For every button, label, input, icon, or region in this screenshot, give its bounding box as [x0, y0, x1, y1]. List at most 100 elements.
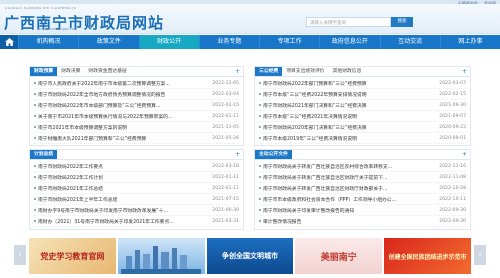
bullet-icon	[259, 93, 261, 95]
site-title[interactable]: 广西南宁市财政局网站	[4, 12, 164, 33]
banner-history-study[interactable]: 党史学习教育官网	[29, 238, 116, 274]
list-item-title: 关于南宁市2021年市本级预算执行情况与2022年预算草案的...	[38, 114, 173, 120]
tab-direct-funds[interactable]: 财政资金直达基层	[84, 67, 130, 76]
list-item[interactable]: 南宁市财政局关于转发广西壮族自治区农村综合改革转移支... 2022-11-16	[259, 161, 466, 172]
list-item-date: 2021-03-31	[212, 218, 239, 224]
list-item[interactable]: 审计整改情况报告 2022-09-30	[259, 216, 466, 227]
list-item[interactable]: 南宁市财政局2022年工作要点 2022-03-18	[34, 161, 239, 172]
list-item-title: 南宁市财政局2021年工作总结	[38, 186, 103, 192]
list-item[interactable]: 南宁市财政局2021年部门决算和“三公”经费决算 2021-09-30	[259, 100, 466, 111]
list-item[interactable]: 南宁市财政局2022年工作计划 2022-01-11	[34, 172, 239, 183]
search-input[interactable]: 请输入关键字查询	[306, 17, 391, 27]
tab-sangong[interactable]: 三公经费	[255, 67, 283, 76]
list-item-title: 南宁市财政局2021年上半年工作总结	[38, 197, 118, 203]
home-button[interactable]	[0, 35, 18, 49]
list-item[interactable]: 南宁市市本级政府和社会资本合作（PPP）工作领导小组办公... 2022-10-1…	[259, 194, 466, 205]
nav-item-online-service[interactable]: 网上办事	[439, 35, 500, 49]
list-item[interactable]: 南宁市财政局2021年工作总结 2022-01-11	[34, 183, 239, 194]
list-item[interactable]: 南宁财雕南大队2021年部门预算和“三公”经费预算 2021-05-26	[34, 133, 239, 144]
tab-budget[interactable]: 财政预算	[30, 67, 58, 76]
more-icon[interactable]: +	[235, 69, 240, 75]
banner-carousel: 党史学习教育官网 争创全国文明城市 美丽南宁 创建全国民族团结进步示范市	[29, 238, 471, 274]
list-item[interactable]: 南宁市财政局关于转发广西壮族自治区财政厅财政部关于... 2022-10-28	[259, 183, 466, 194]
list-item-date: 2021-11-05	[212, 124, 239, 130]
banner-beautiful-nanning[interactable]: 美丽南宁	[295, 238, 383, 274]
bullet-icon	[34, 176, 36, 178]
list-item-date: 2021-07-15	[212, 196, 239, 202]
banner-civilized-city[interactable]: 争创全国文明城市	[206, 238, 294, 274]
bullet-icon	[259, 165, 261, 167]
list-item-title: 南宁市财政局2022年工作要点	[38, 164, 103, 170]
list-item-date: 2022-02-15	[212, 102, 239, 108]
nav-item-finance-open[interactable]: 财政公开	[138, 35, 199, 49]
list-item[interactable]: 南财办字9号南宁市财政局关于印发南宁市财政改革发展“十... 2021-06-30	[34, 205, 239, 216]
banner-prev-button[interactable]: ‹	[14, 245, 26, 265]
tab-other-info[interactable]: 其他财政信息	[329, 67, 366, 76]
banner-label: 党史学习教育官网	[40, 250, 105, 261]
list-item-date: 2022-01-11	[212, 174, 239, 180]
list-item[interactable]: 南宁市财政局关于印发审计整改报告的通知 2022-09-30	[259, 205, 466, 216]
list-item-date: 2022-12-05	[212, 80, 239, 86]
bullet-icon	[259, 115, 261, 117]
banner-next-button[interactable]: ›	[474, 245, 486, 265]
list-item-title: 南宁市财政局2022年工作计划	[38, 175, 103, 181]
list-item[interactable]: 南宁市财政局2022年部门预算和“三公”经费预算 2022-03-07	[259, 78, 466, 89]
list-item-title: 南宁财雕南大队2021年部门预算和“三公”经费预算	[38, 136, 147, 142]
list-item[interactable]: 南宁市财政局关于转发广西壮族自治区财政厅关于提前下... 2022-11-08	[259, 172, 466, 183]
list-item-date: 2022-03-04	[212, 91, 239, 97]
more-icon[interactable]: +	[462, 69, 467, 75]
nav-item-policy[interactable]: 政策文件	[78, 35, 138, 49]
nav-item-special[interactable]: 专项工作	[259, 35, 319, 49]
bullet-icon	[259, 82, 261, 84]
list-item[interactable]: 南宁市人民政府关于2022年南宁市本级第二次预算调整方案... 2022-12-0…	[34, 78, 239, 89]
chevron-left-icon: ‹	[18, 250, 22, 260]
tab-final-accounts[interactable]: 财政决算	[57, 67, 84, 76]
chevron-right-icon: ›	[478, 250, 482, 260]
list-item[interactable]: 南宁市本级“三公”经费2021年决算情况说明 2021-09-07	[259, 111, 466, 122]
banner-label: 争创全国文明城市	[221, 251, 278, 260]
bullet-icon	[259, 137, 261, 139]
tab-performance[interactable]: 项目支出绩效评价	[282, 67, 328, 76]
nav-item-interaction[interactable]: 互动交流	[379, 35, 440, 49]
home-icon	[4, 38, 14, 46]
banner-ethnic-unity[interactable]: 创建全国民族团结进步示范市	[384, 238, 471, 274]
list-item-date: 2022-10-11	[439, 196, 466, 202]
plan-panel: 计划总结 + 南宁市财政局2022年工作要点 2022-03-18 南宁市财政局2…	[29, 149, 244, 230]
more-icon[interactable]: +	[462, 152, 467, 158]
list-item[interactable]: 南宁市财政局2022年市本级部门预算及“三公”经费预算... 2022-02-15	[34, 100, 239, 111]
bullet-icon	[34, 198, 36, 200]
banner-label: 美丽南宁	[320, 252, 357, 263]
site-domain: nncz.nanning.gov.cn	[38, 27, 75, 31]
bullet-icon	[34, 187, 36, 189]
list-item-date: 2021-06-30	[212, 207, 239, 213]
list-item[interactable]: 南宁市本级“三公”经费2022年预算安排情况说明 2022-02-15	[259, 89, 466, 100]
list-item-date: 2020-09-22	[439, 124, 466, 130]
tab-key-files[interactable]: 主动公开文件	[255, 150, 292, 159]
nav-item-topics[interactable]: 业务专题	[198, 35, 259, 49]
list-item-title: 南宁市财政局关于转发广西壮族自治区财政厅关于提前下...	[263, 175, 388, 181]
more-icon[interactable]: +	[235, 152, 240, 158]
list-item-date: 2022-10-28	[439, 185, 466, 191]
bullet-icon	[34, 137, 36, 139]
search-button[interactable]: 搜索	[391, 17, 413, 27]
list-item-title: 南宁市本级“三公”经费2022年预算安排情况说明	[263, 92, 367, 98]
list-item-date: 2022-09-30	[439, 207, 466, 213]
banner-city-view[interactable]	[117, 238, 205, 274]
list-item[interactable]: 南宁市财政局2022年全市地方政府债务预算调整情况的报告 2022-03-04	[34, 89, 239, 100]
list-item[interactable]: 南宁市财政局2020年部门决算和“三公”经费决算 2020-09-22	[259, 122, 466, 133]
list-item[interactable]: 南宁市2021年市本级预算调整方案的说明 2021-11-05	[34, 122, 239, 133]
list-item[interactable]: 南财办〔2021〕31号南宁市财政局关于印发2021年工作要点... 2021-0…	[34, 216, 239, 227]
nav-item-org[interactable]: 机构概况	[18, 35, 78, 49]
list-item[interactable]: 南宁市财政局2021年上半年工作总结 2021-07-15	[34, 194, 239, 205]
list-item[interactable]: 南宁市本级2019年“三公”经费决算情况说明 2020-09-01	[259, 133, 466, 144]
list-item-title: 审计整改情况报告	[263, 219, 302, 225]
nav-item-gov-info[interactable]: 政府信息公开	[319, 35, 379, 49]
site-header: GUANGXI NANNING SHI CAIZHENG JU 广西南宁市财政局…	[0, 4, 500, 34]
tab-plan-summary[interactable]: 计划总结	[30, 150, 58, 159]
list-item[interactable]: 关于南宁市2021年市本级预算执行情况与2022年预算草案的... 2022-01…	[34, 111, 239, 122]
list-item-title: 南财办〔2021〕31号南宁市财政局关于印发2021年工作要点...	[38, 219, 174, 225]
bullet-icon	[259, 209, 261, 211]
list-item-title: 南宁市财政局2022年全市地方政府债务预算调整情况的报告	[38, 92, 166, 98]
bullet-icon	[259, 176, 261, 178]
list-item-title: 南宁市本级2019年“三公”经费决算情况说明	[263, 136, 357, 142]
